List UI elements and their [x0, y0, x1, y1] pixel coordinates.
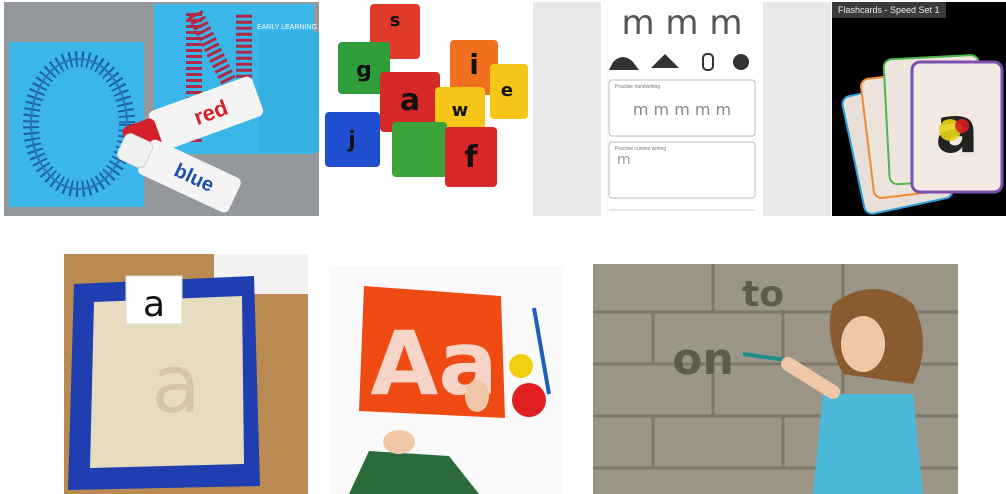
water-wall-photo: to on: [593, 264, 958, 494]
brand-watermark: EARLY LEARNING: [257, 24, 317, 31]
wall-word-on: on: [672, 334, 734, 385]
sand-tray-photo: a a: [64, 254, 308, 494]
cube-face-g: g: [356, 58, 372, 83]
cube-face-f: f: [464, 140, 478, 175]
cube-face-j: j: [347, 128, 356, 153]
image-tile-water-wall[interactable]: to on: [593, 264, 958, 494]
cube-face-s: s: [390, 10, 401, 31]
image-tile-handwriting-worksheet[interactable]: m m m Practise handwriting m m m m m Pra…: [533, 2, 831, 216]
cube-face-e: e: [501, 80, 513, 101]
worksheet-big-letters: m m m: [622, 3, 743, 43]
cube-face-a: a: [400, 83, 420, 118]
practice-letters: m m m m m: [633, 100, 731, 119]
worksheet-image: m m m Practise handwriting m m m m m Pra…: [533, 2, 831, 216]
image-tile-paint-resist[interactable]: Aa: [329, 266, 563, 494]
dot-marker-photo: red blue EARLY LEARNING: [4, 2, 319, 216]
cube-face-i: i: [469, 48, 479, 81]
sand-tray-card-letter: a: [143, 284, 165, 325]
letter-cubes-photo: i a g f w e s j: [320, 2, 532, 216]
image-tile-sand-tray[interactable]: a a: [64, 254, 308, 494]
wall-word-to: to: [742, 274, 784, 315]
image-tile-dot-marker-letters[interactable]: red blue EARLY LEARNING: [4, 2, 319, 216]
second-practice-letter: m: [617, 152, 631, 168]
practice-title: Practise handwriting: [615, 84, 660, 90]
sand-traced-letter: a: [151, 338, 200, 431]
paint-resist-photo: Aa: [329, 266, 563, 494]
flashcards-caption: Flashcards - Speed Set 1: [832, 2, 946, 18]
image-tile-letter-cubes[interactable]: i a g f w e s j: [320, 2, 532, 216]
flashcards-image: a: [832, 2, 1006, 216]
image-tile-flashcards[interactable]: a Flashcards - Speed Set 1: [832, 2, 1006, 216]
cube-face-w: w: [452, 100, 469, 121]
